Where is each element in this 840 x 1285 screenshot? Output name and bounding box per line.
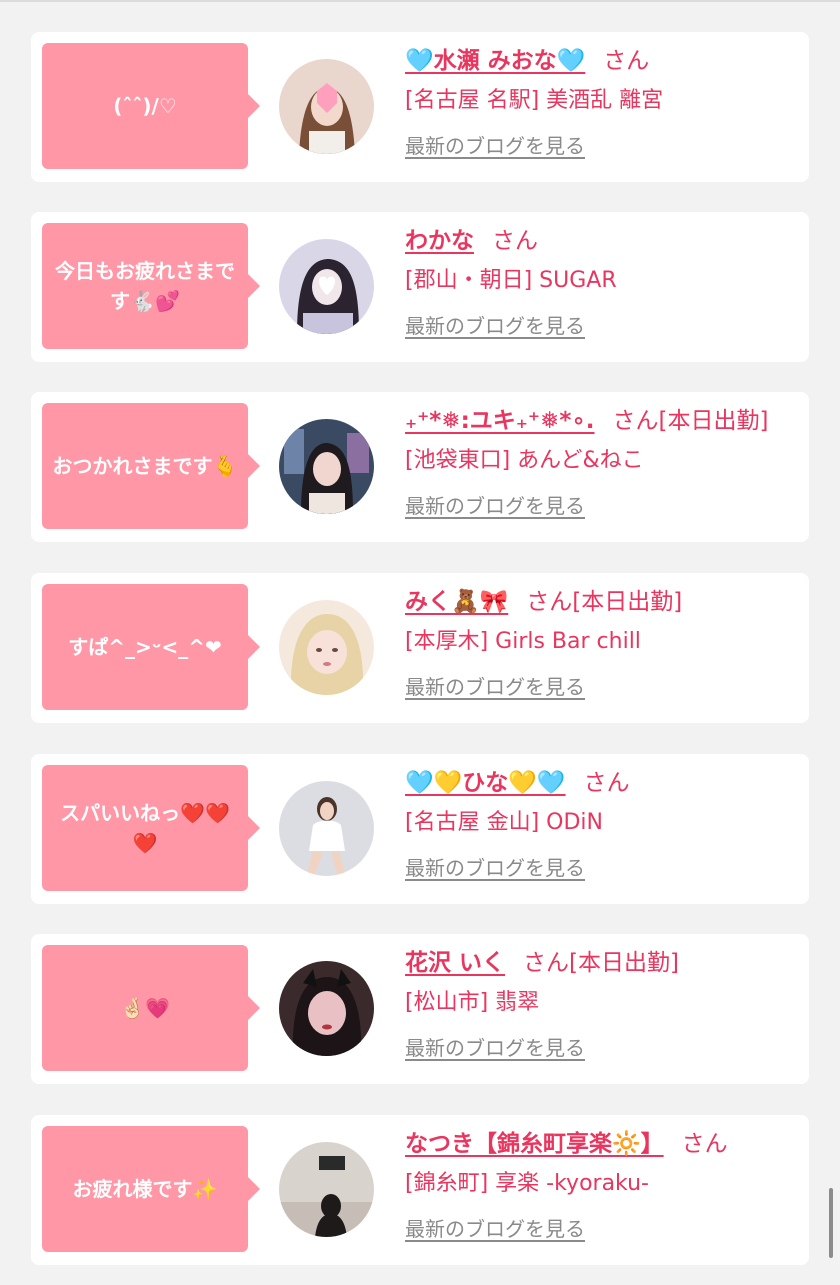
message-bubble: 今日もお疲れさまです🐇💕 xyxy=(42,223,260,349)
avatar[interactable] xyxy=(279,59,374,154)
list-item: おつかれさまです🫰 ₊⁺*❅:ユキ₊⁺❅*∘. さん[本日出勤] [池袋東口] あ… xyxy=(31,392,809,542)
cast-name-link[interactable]: 🩵💛ひな💛🩵 xyxy=(405,770,566,796)
shop-name: [錦糸町] 享楽 -kyoraku- xyxy=(405,1171,649,1196)
list-item: スパいいねっ❤️❤️❤️ 🩵💛ひな💛🩵 さん [名古屋 金山] ODiN 最新のブ… xyxy=(31,754,809,904)
latest-blog-link[interactable]: 最新のブログを見る xyxy=(405,1209,585,1249)
avatar[interactable] xyxy=(279,961,374,1056)
shop-name: [名古屋 金山] ODiN xyxy=(405,810,603,835)
latest-blog-link[interactable]: 最新のブログを見る xyxy=(405,848,585,888)
avatar-photo xyxy=(279,239,374,334)
work-today-tag: [本日出勤] xyxy=(658,408,769,434)
top-divider xyxy=(0,0,840,2)
avatar-photo xyxy=(279,59,374,154)
latest-blog-link[interactable]: 最新のブログを見る xyxy=(405,306,585,346)
shop-name: [本厚木] Girls Bar chill xyxy=(405,629,641,654)
shop-name: [郡山・朝日] SUGAR xyxy=(405,268,617,293)
honorific: さん xyxy=(612,408,659,434)
honorific: さん xyxy=(583,770,630,796)
list-item: 今日もお疲れさまです🐇💕 わかな さん [郡山・朝日] SUGAR 最新のブログを… xyxy=(31,212,809,362)
shop-name: [池袋東口] あんど&ねこ xyxy=(405,448,644,473)
avatar[interactable] xyxy=(279,239,374,334)
list-item: すぱ^_>ᵕ<_^❤ みく🧸🎀 さん[本日出勤] [本厚木] Girls Bar … xyxy=(31,573,809,723)
work-today-tag: [本日出勤] xyxy=(572,589,683,615)
avatar[interactable] xyxy=(279,600,374,695)
message-bubble: スパいいねっ❤️❤️❤️ xyxy=(42,765,260,891)
avatar-photo xyxy=(279,419,374,514)
avatar[interactable] xyxy=(279,419,374,514)
cast-name-link[interactable]: なつき【錦糸町享楽🔆】 xyxy=(405,1131,664,1157)
message-bubble: おつかれさまです🫰 xyxy=(42,403,260,529)
cast-name-link[interactable]: 花沢 いく xyxy=(405,950,505,976)
message-bubble: お疲れ様です✨ xyxy=(42,1126,260,1252)
avatar[interactable] xyxy=(279,1142,374,1237)
honorific: さん xyxy=(681,1131,728,1157)
honorific: さん xyxy=(492,228,538,254)
list-item: (ˆˆ)/♡ 🩵水瀬 みおな🩵 さん [名古屋 名駅] 美酒乱 離宮 最新のブログ… xyxy=(31,32,809,182)
scrollbar[interactable] xyxy=(829,1188,833,1258)
work-today-tag: [本日出勤] xyxy=(569,950,679,976)
latest-blog-link[interactable]: 最新のブログを見る xyxy=(405,667,585,707)
list-item: お疲れ様です✨ なつき【錦糸町享楽🔆】 さん [錦糸町] 享楽 -kyoraku-… xyxy=(31,1115,809,1265)
avatar-photo xyxy=(279,961,374,1056)
honorific: さん xyxy=(523,950,570,976)
cast-name-link[interactable]: わかな xyxy=(405,228,474,254)
message-bubble: 🤞🏻💗 xyxy=(42,945,260,1071)
message-bubble: すぱ^_>ᵕ<_^❤ xyxy=(42,584,260,710)
list-item: 🤞🏻💗 花沢 いく さん[本日出勤] [松山市] 翡翠 最新のブログを見る xyxy=(31,934,809,1084)
avatar-photo xyxy=(279,600,374,695)
honorific: さん xyxy=(526,589,573,615)
latest-blog-link[interactable]: 最新のブログを見る xyxy=(405,126,585,166)
avatar[interactable] xyxy=(279,781,374,876)
latest-blog-link[interactable]: 最新のブログを見る xyxy=(405,1028,585,1068)
shop-name: [名古屋 名駅] 美酒乱 離宮 xyxy=(405,88,664,113)
honorific: さん xyxy=(603,48,650,74)
cast-name-link[interactable]: みく🧸🎀 xyxy=(405,589,508,615)
message-bubble: (ˆˆ)/♡ xyxy=(42,43,260,169)
avatar-photo xyxy=(279,1142,374,1237)
shop-name: [松山市] 翡翠 xyxy=(405,990,540,1015)
latest-blog-link[interactable]: 最新のブログを見る xyxy=(405,486,585,526)
cast-name-link[interactable]: 🩵水瀬 みおな🩵 xyxy=(405,48,585,74)
avatar-photo xyxy=(279,781,374,876)
cast-name-link[interactable]: ₊⁺*❅:ユキ₊⁺❅*∘. xyxy=(405,408,595,434)
